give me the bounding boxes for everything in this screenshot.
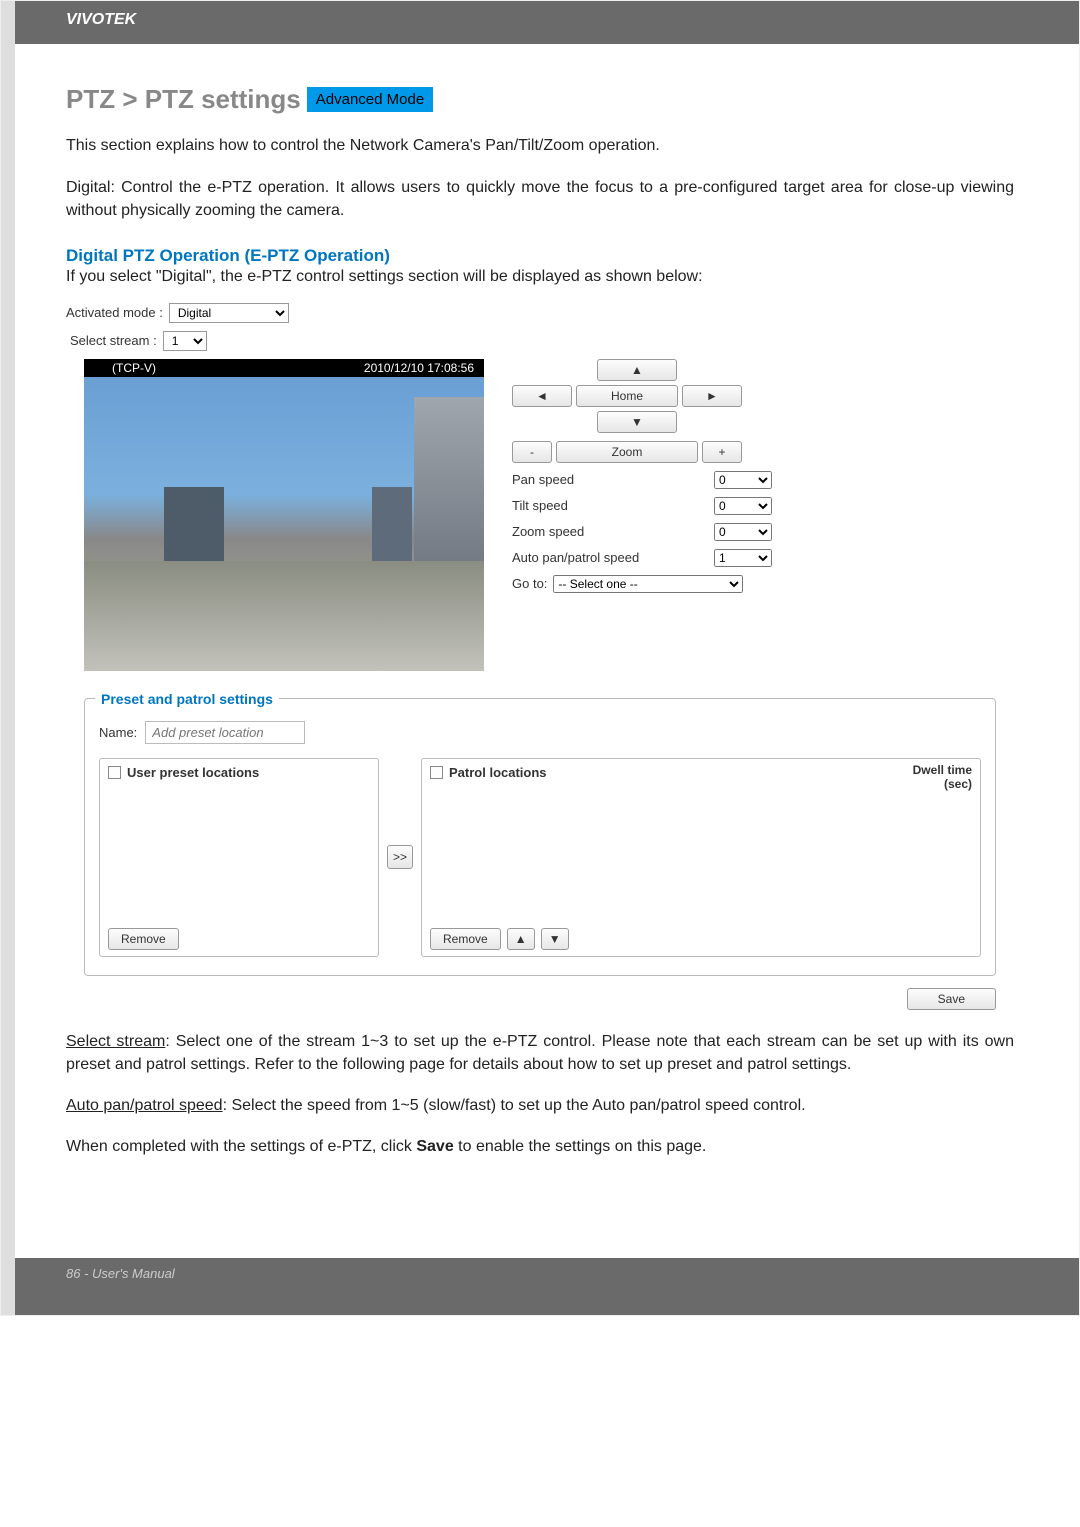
activated-mode-select[interactable]: Digital: [169, 303, 289, 323]
auto-patrol-speed-select[interactable]: 1: [714, 549, 772, 567]
advanced-mode-badge: Advanced Mode: [307, 87, 433, 112]
pan-speed-label: Pan speed: [512, 472, 574, 487]
zoom-speed-select[interactable]: 0: [714, 523, 772, 541]
header-brand: VIVOTEK: [1, 1, 1079, 44]
zoom-in-button[interactable]: +: [702, 441, 742, 463]
ptz-down-button[interactable]: ▼: [597, 411, 677, 433]
user-preset-list[interactable]: [108, 780, 370, 920]
dwell-time-label-2: (sec): [913, 777, 972, 791]
patrol-title: Patrol locations: [449, 765, 547, 780]
goto-select[interactable]: -- Select one --: [553, 575, 743, 593]
note-save: When completed with the settings of e-PT…: [66, 1135, 1014, 1158]
video-preview-pane: (TCP-V) 2010/12/10 17:08:56: [84, 359, 484, 671]
zoom-speed-label: Zoom speed: [512, 524, 584, 539]
note-auto-speed: Auto pan/patrol speed: Select the speed …: [66, 1094, 1014, 1117]
user-preset-remove-button[interactable]: Remove: [108, 928, 179, 950]
video-timestamp: 2010/12/10 17:08:56: [364, 361, 474, 375]
select-stream-select[interactable]: 1: [163, 331, 207, 351]
video-preview-image: [84, 377, 484, 671]
preset-name-input[interactable]: [145, 721, 305, 744]
eptz-heading: Digital PTZ Operation (E-PTZ Operation): [66, 246, 1014, 266]
ptz-up-button[interactable]: ▲: [597, 359, 677, 381]
intro-paragraph-2: Digital: Control the e-PTZ operation. It…: [66, 177, 1014, 222]
dwell-time-label-1: Dwell time: [913, 763, 972, 777]
select-stream-label: Select stream :: [70, 333, 157, 348]
patrol-checkbox[interactable]: [430, 766, 443, 779]
ptz-left-button[interactable]: ◄: [512, 385, 572, 407]
note-select-stream: Select stream: Select one of the stream …: [66, 1030, 1014, 1076]
auto-patrol-speed-label: Auto pan/patrol speed: [512, 550, 639, 565]
zoom-out-button[interactable]: -: [512, 441, 552, 463]
patrol-remove-button[interactable]: Remove: [430, 928, 501, 950]
tilt-speed-label: Tilt speed: [512, 498, 568, 513]
zoom-label: Zoom: [556, 441, 698, 463]
footer-text: 86 - User's Manual: [1, 1258, 1079, 1315]
preset-patrol-legend: Preset and patrol settings: [95, 691, 279, 707]
ptz-right-button[interactable]: ►: [682, 385, 742, 407]
user-preset-checkbox[interactable]: [108, 766, 121, 779]
user-preset-title: User preset locations: [127, 765, 259, 780]
patrol-up-button[interactable]: ▲: [507, 928, 535, 950]
patrol-down-button[interactable]: ▼: [541, 928, 569, 950]
intro-paragraph-1: This section explains how to control the…: [66, 135, 1014, 157]
goto-label: Go to:: [512, 576, 547, 591]
page-title: PTZ > PTZ settings: [66, 84, 301, 115]
pan-speed-select[interactable]: 0: [714, 471, 772, 489]
video-protocol-label: (TCP-V): [112, 361, 156, 375]
tilt-speed-select[interactable]: 0: [714, 497, 772, 515]
preset-name-label: Name:: [99, 725, 137, 740]
ptz-home-button[interactable]: Home: [576, 385, 678, 407]
activated-mode-label: Activated mode :: [66, 305, 163, 320]
move-to-patrol-button[interactable]: >>: [387, 845, 413, 869]
patrol-list[interactable]: [430, 780, 972, 920]
save-button[interactable]: Save: [907, 988, 996, 1010]
eptz-text: If you select "Digital", the e-PTZ contr…: [66, 266, 1014, 288]
